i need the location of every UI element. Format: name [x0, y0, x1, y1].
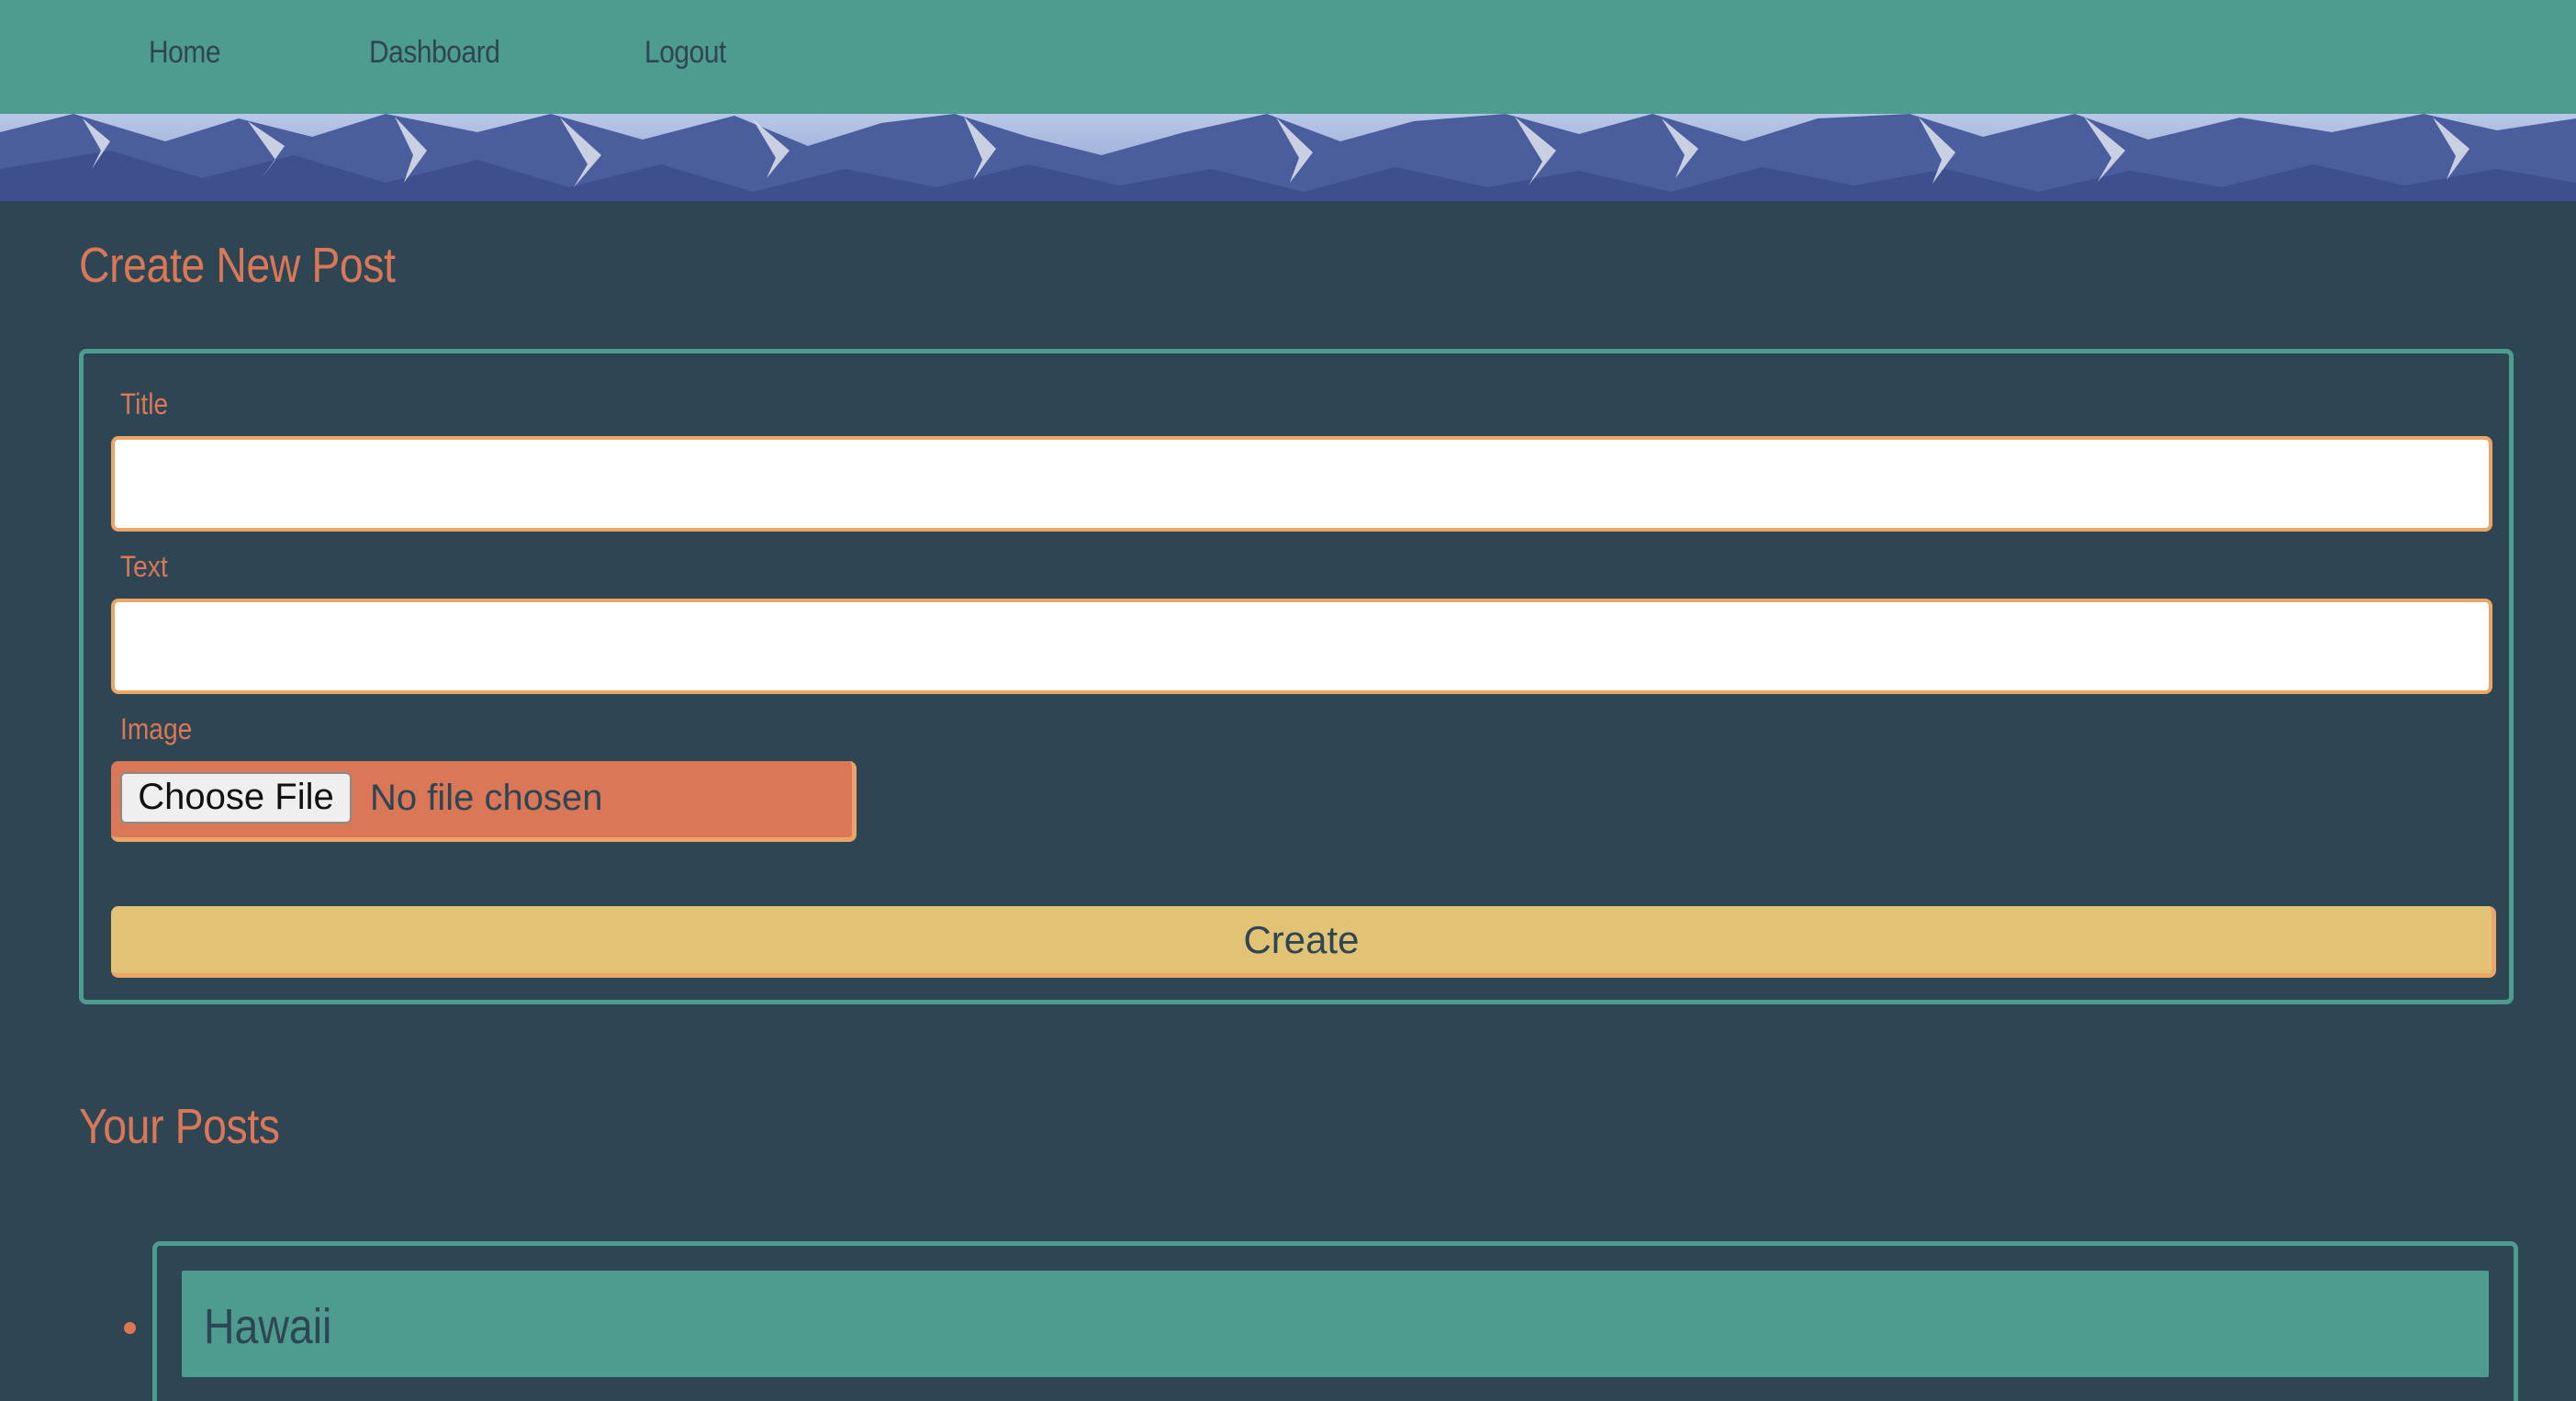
text-label: Text — [120, 550, 168, 583]
title-label: Title — [120, 387, 169, 420]
your-posts-heading: Your Posts — [79, 1099, 280, 1154]
mountain-banner-image — [0, 114, 2576, 201]
image-file-input[interactable]: Choose File No file chosen — [111, 761, 857, 842]
file-status-text: No file chosen — [370, 778, 603, 818]
title-input[interactable] — [111, 436, 2492, 532]
image-label: Image — [120, 712, 193, 745]
text-input[interactable] — [111, 599, 2492, 694]
page: Home Dashboard Logout Create New Post Ti… — [0, 0, 2576, 1401]
post-card: Hawaii — [152, 1241, 2518, 1401]
nav-link-logout[interactable]: Logout — [644, 35, 726, 71]
nav-link-dashboard[interactable]: Dashboard — [369, 35, 500, 71]
create-button[interactable]: Create — [111, 906, 2496, 978]
choose-file-button[interactable]: Choose File — [120, 772, 352, 824]
list-bullet-icon — [124, 1322, 136, 1334]
mountain-banner-art — [0, 114, 2576, 201]
post-title-bar[interactable]: Hawaii — [182, 1271, 2489, 1377]
create-post-form: Title Text Image Choose File No file cho… — [79, 349, 2514, 1004]
post-title: Hawaii — [204, 1299, 332, 1354]
top-navbar: Home Dashboard Logout — [0, 0, 2576, 114]
create-post-heading: Create New Post — [79, 238, 396, 293]
nav-link-home[interactable]: Home — [149, 35, 220, 71]
